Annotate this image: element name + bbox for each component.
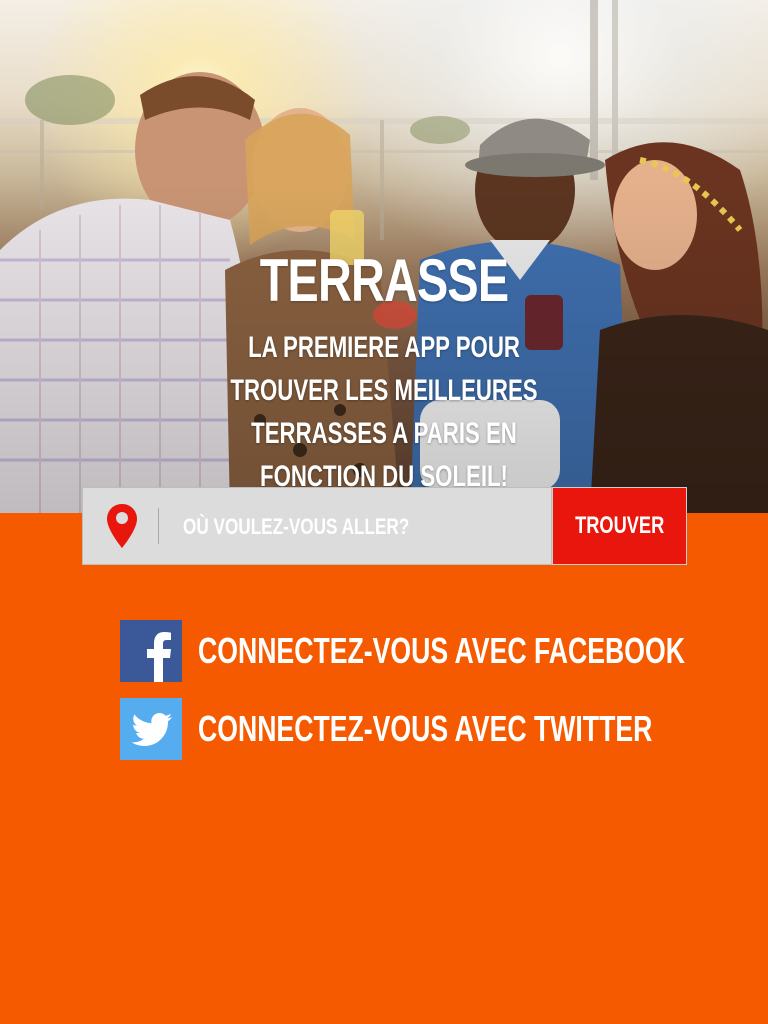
map-pin-icon [107, 504, 137, 548]
app-title: TERRASSE [259, 247, 509, 314]
facebook-login-button[interactable]: CONNECTEZ-VOUS AVEC FACEBOOK [120, 620, 768, 682]
twitter-icon [120, 698, 182, 760]
hero-photo: TERRASSE LA PREMIERE APP POUR TROUVER LE… [0, 0, 768, 513]
twitter-login-label: CONNECTEZ-VOUS AVEC TWITTER [198, 708, 653, 749]
facebook-login-label: CONNECTEZ-VOUS AVEC FACEBOOK [198, 630, 685, 671]
search-bar: TROUVER [82, 487, 687, 565]
search-field[interactable] [82, 487, 552, 565]
find-button[interactable]: TROUVER [552, 487, 687, 565]
facebook-icon [120, 620, 182, 682]
twitter-login-button[interactable]: CONNECTEZ-VOUS AVEC TWITTER [120, 698, 768, 760]
app-tagline: LA PREMIERE APP POUR TROUVER LES MEILLEU… [230, 331, 538, 493]
find-button-label: TROUVER [574, 512, 665, 539]
search-divider [158, 508, 159, 544]
destination-search-input[interactable] [183, 510, 449, 544]
